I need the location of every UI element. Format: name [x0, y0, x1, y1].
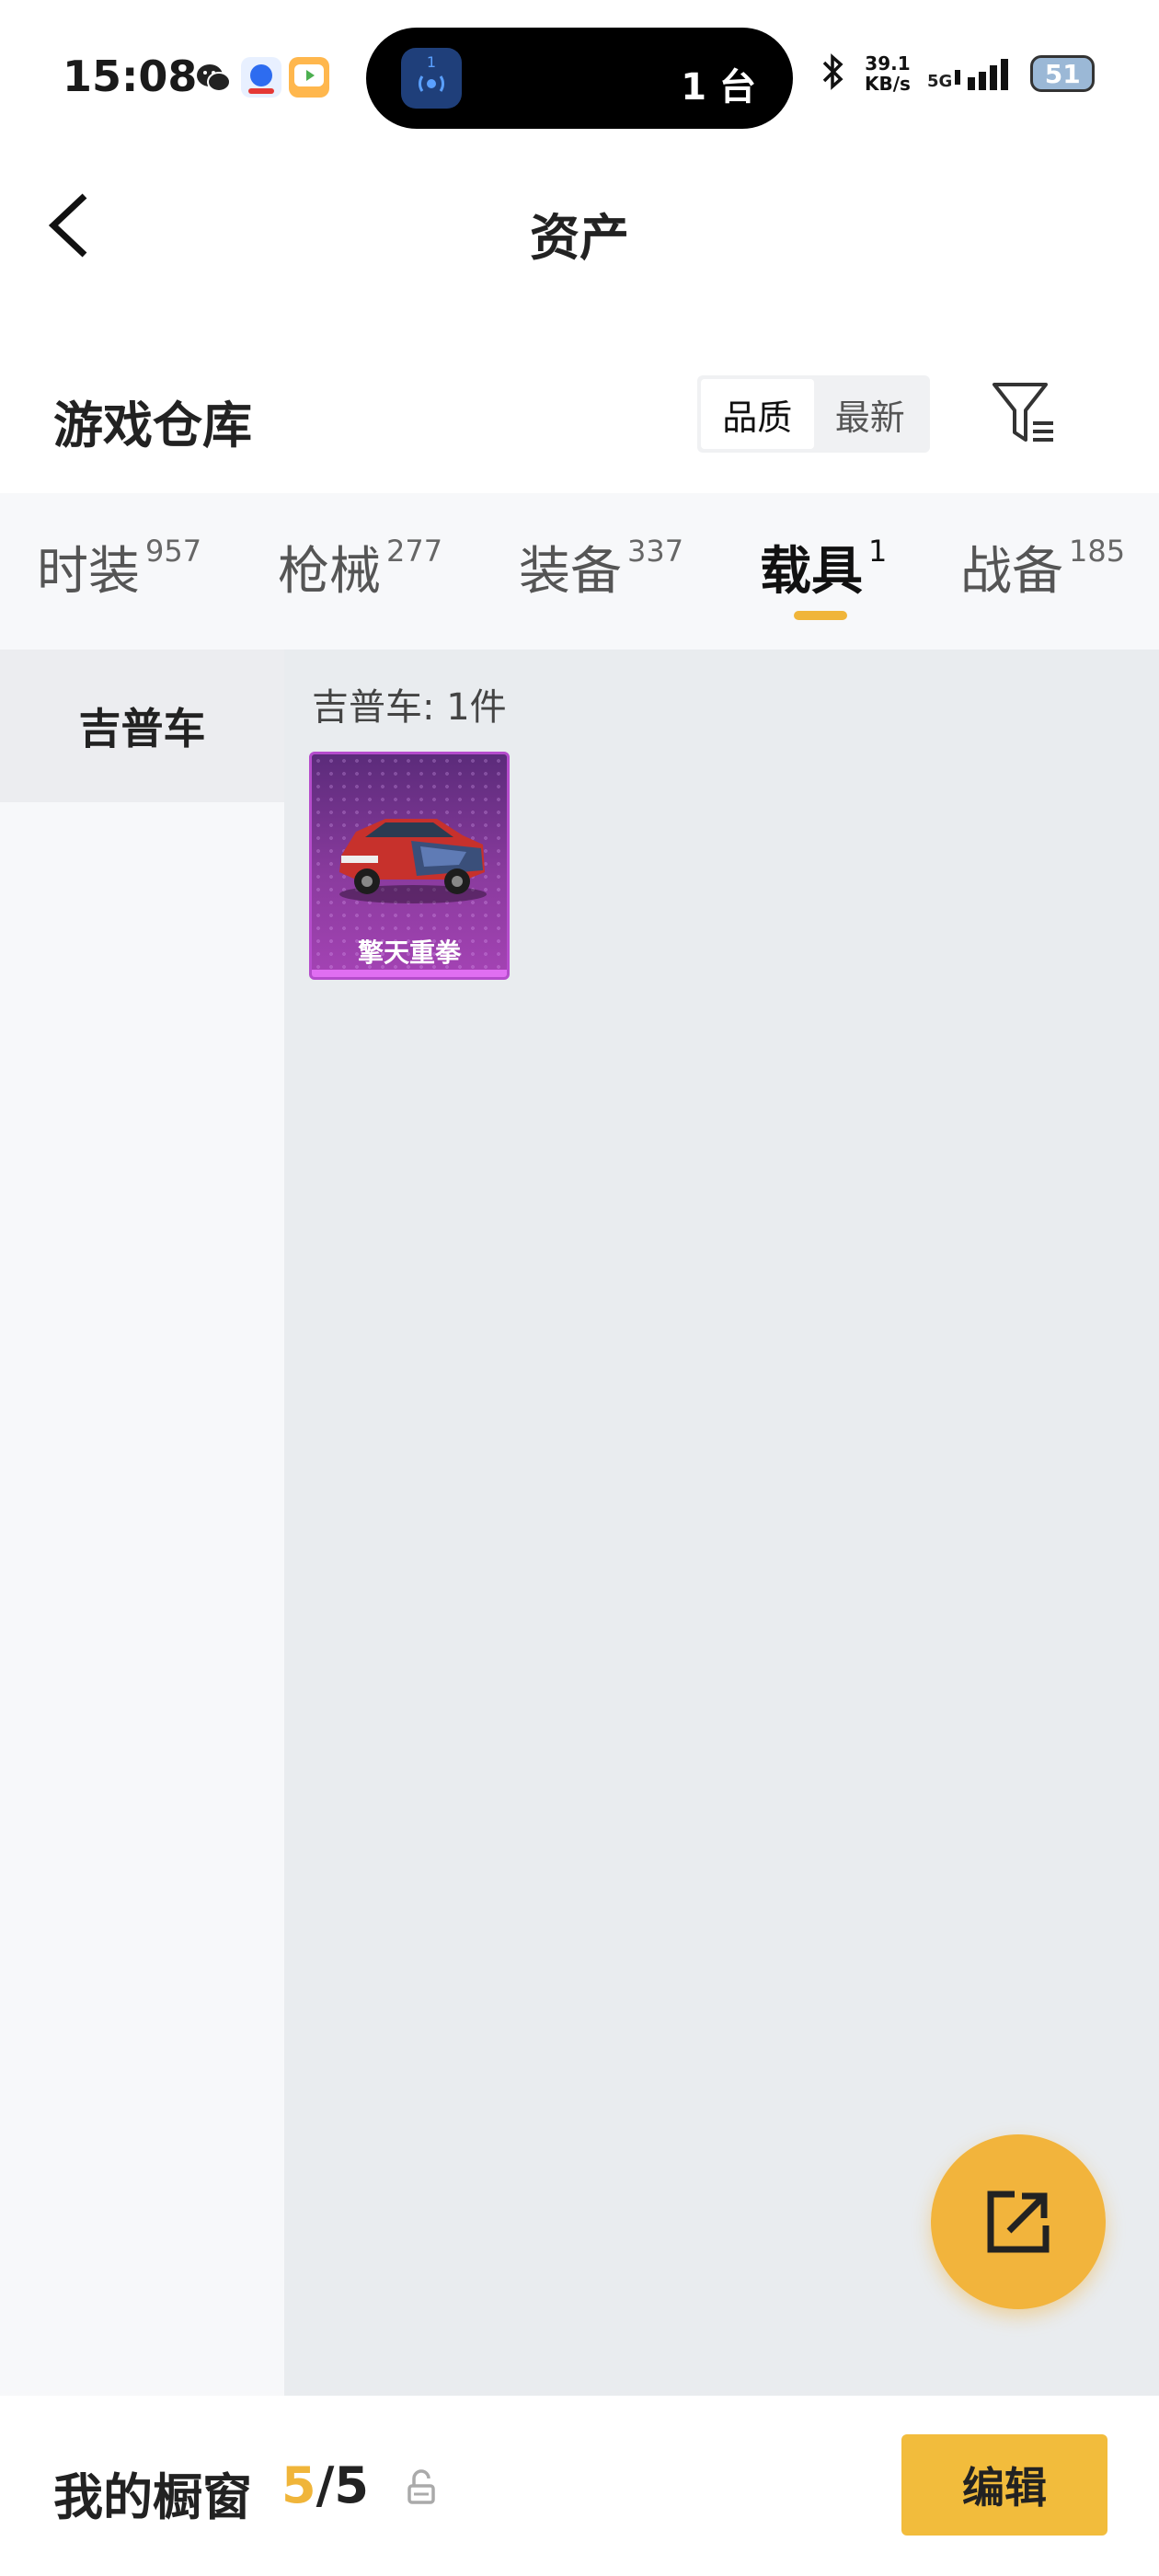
broadcast-icon: 1 [401, 48, 462, 109]
tab-firearms[interactable]: 枪械 277 [278, 530, 442, 604]
warehouse-title: 游戏仓库 [53, 397, 252, 454]
showcase-separator: / [316, 2456, 335, 2514]
showcase-count: 5/5 [281, 2456, 369, 2514]
item-name: 擎天重拳 [357, 937, 461, 968]
filter-icon [993, 383, 1053, 442]
share-button[interactable] [931, 2134, 1106, 2309]
wechat-icon [193, 57, 234, 98]
tab-label: 枪械 [278, 542, 381, 602]
sort-latest-option[interactable]: 最新 [814, 379, 927, 449]
tab-vehicles[interactable]: 载具 1 [760, 530, 887, 604]
sort-toggle: 品质 最新 [697, 375, 930, 453]
share-icon [987, 2191, 1050, 2253]
island-badge: 1 [427, 53, 436, 71]
bluetooth-icon [817, 52, 848, 96]
showcase-label: 我的橱窗 [53, 2468, 252, 2526]
dynamic-island[interactable]: 1 1 台 [366, 28, 793, 129]
sort-quality-option[interactable]: 品质 [701, 379, 814, 449]
tab-label: 战备 [960, 542, 1063, 602]
signal-indicator: 5G [927, 57, 1014, 90]
tab-fashion[interactable]: 时装 957 [37, 530, 201, 604]
tab-count: 185 [1069, 534, 1126, 569]
net-speed-unit: KB/s [865, 73, 911, 95]
showcase-bar: 我的橱窗 5/5 编辑 [0, 2396, 1159, 2576]
category-tabs: 时装 957 枪械 277 装备 337 载具 1 战备 185 [0, 493, 1159, 650]
network-type: 5G [926, 72, 953, 91]
active-tab-indicator [794, 611, 847, 620]
status-bar: 15:08 1 1 台 39.1 KB/s 5G 51 [0, 0, 1159, 156]
tab-count: 277 [386, 534, 443, 569]
video-app-icon [289, 57, 329, 98]
sidebar-item-jeep[interactable]: 吉普车 [0, 650, 284, 802]
net-speed: 39.1 KB/s [865, 53, 911, 94]
edit-button[interactable]: 编辑 [901, 2434, 1107, 2536]
tab-count: 957 [145, 534, 202, 569]
group-title: 吉普车: 1件 [312, 686, 507, 729]
item-grid: 吉普车: 1件 擎天重拳 [284, 650, 1159, 2396]
tab-label: 时装 [37, 542, 140, 602]
signal-bars-icon [955, 59, 1009, 90]
tab-label: 载具 [760, 542, 863, 602]
page-title: 资产 [530, 209, 629, 267]
rarity-bar [312, 970, 507, 977]
tab-count: 337 [627, 534, 684, 569]
qq-browser-icon [241, 57, 281, 98]
tab-count: 1 [868, 534, 888, 569]
tab-battle-gear[interactable]: 战备 185 [960, 530, 1125, 604]
vehicle-image [339, 819, 487, 903]
subcategory-sidebar: 吉普车 [0, 650, 284, 2396]
filter-button[interactable] [989, 379, 1062, 449]
battery-indicator: 51 [1030, 55, 1096, 92]
island-text: 1 台 [681, 66, 756, 109]
showcase-total: 5 [334, 2456, 369, 2514]
notification-icons [193, 57, 329, 98]
net-speed-value: 39.1 [865, 52, 911, 75]
item-card[interactable]: 擎天重拳 [309, 752, 510, 980]
status-indicators: 39.1 KB/s 5G 51 [817, 52, 1096, 96]
lock-icon [407, 2469, 435, 2504]
showcase-current: 5 [281, 2456, 316, 2514]
tab-label: 装备 [519, 542, 622, 602]
tab-equipment[interactable]: 装备 337 [519, 530, 683, 604]
status-time: 15:08 [63, 52, 198, 101]
